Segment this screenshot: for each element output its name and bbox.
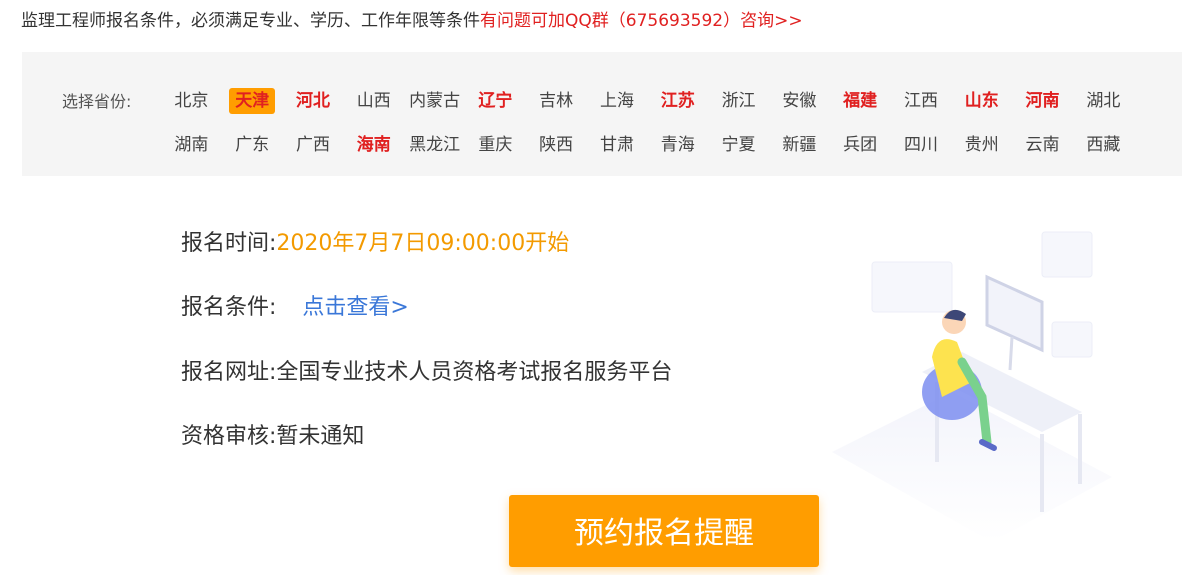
province-item[interactable]: 吉林 (526, 88, 587, 114)
province-item[interactable]: 河北 (283, 88, 344, 114)
province-item[interactable]: 重庆 (465, 132, 526, 158)
province-item[interactable]: 内蒙古 (404, 88, 465, 114)
province-name: 陕西 (539, 135, 574, 155)
qq-group-link[interactable]: 有问题可加QQ群（675693592）咨询>> (480, 11, 803, 31)
province-name: 山西 (356, 91, 391, 111)
province-item[interactable]: 山西 (343, 88, 404, 114)
province-name: 兵团 (843, 135, 878, 155)
province-name: 四川 (903, 135, 938, 155)
province-item[interactable]: 广西 (283, 132, 344, 158)
province-name: 甘肃 (599, 135, 634, 155)
registration-time-label: 报名时间: (181, 231, 277, 256)
province-name: 湖北 (1086, 91, 1121, 111)
province-item[interactable]: 湖北 (1073, 88, 1134, 114)
view-conditions-link[interactable]: 点击查看> (302, 295, 408, 320)
province-name: 新疆 (782, 135, 817, 155)
registration-time-row: 报名时间:2020年7月7日09:00:00开始 (181, 229, 569, 259)
province-item[interactable]: 天津 (222, 88, 283, 114)
province-name: 上海 (599, 91, 634, 111)
registration-panel: 选择省份: 北京 天津 河北 山西 内蒙古 辽宁 吉林 上海 江苏 浙江 安徽 福建 江西 山东 河南 湖北湖… (22, 52, 1182, 575)
province-name: 广西 (295, 135, 330, 155)
province-name: 江西 (903, 91, 938, 111)
province-item[interactable]: 陕西 (526, 132, 587, 158)
province-name: 福建 (843, 91, 878, 111)
province-item[interactable]: 四川 (891, 132, 952, 158)
province-name: 湖南 (174, 135, 209, 155)
province-row: 湖南 广东 广西 海南 黑龙江 重庆 陕西 甘肃 青海 宁夏 新疆 兵团 四川 贵州 云南 西藏 (161, 132, 1161, 176)
province-item[interactable]: 广东 (222, 132, 283, 158)
province-item[interactable]: 西藏 (1073, 132, 1134, 158)
province-item[interactable]: 新疆 (769, 132, 830, 158)
province-item[interactable]: 江苏 (647, 88, 708, 114)
province-item[interactable]: 山东 (951, 88, 1012, 114)
qualification-review-row: 资格审核:暂未通知 (181, 422, 364, 452)
province-item[interactable]: 云南 (1012, 132, 1073, 158)
province-item[interactable]: 北京 (161, 88, 222, 114)
province-name: 黑龙江 (409, 135, 461, 155)
province-selector: 选择省份: 北京 天津 河北 山西 内蒙古 辽宁 吉林 上海 江苏 浙江 安徽 福建 江西 山东 河南 湖北湖… (22, 52, 1182, 176)
province-item[interactable]: 河南 (1012, 88, 1073, 114)
qualification-review-label: 资格审核: (181, 424, 277, 449)
province-name: 北京 (174, 91, 209, 111)
registration-condition-label: 报名条件: (181, 295, 277, 320)
person-at-computer-illustration (832, 231, 1112, 542)
registration-site-label: 报名网址: (181, 360, 277, 385)
province-item[interactable]: 甘肃 (587, 132, 648, 158)
province-name: 重庆 (478, 135, 513, 155)
province-name: 山东 (964, 91, 999, 111)
province-name: 贵州 (964, 135, 999, 155)
notice-line: 监理工程师报名条件，必须满足专业、学历、工作年限等条件有问题可加QQ群（6756… (21, 8, 803, 34)
registration-site-row: 报名网址:全国专业技术人员资格考试报名服务平台 (181, 358, 672, 388)
province-row: 北京 天津 河北 山西 内蒙古 辽宁 吉林 上海 江苏 浙江 安徽 福建 江西 山东 河南 湖北 (161, 88, 1161, 132)
registration-time-value: 2020年7月7日09:00:00开始 (276, 231, 570, 256)
province-name: 海南 (356, 135, 391, 155)
province-name: 河北 (295, 91, 330, 111)
province-name: 吉林 (539, 91, 574, 111)
province-item[interactable]: 安徽 (769, 88, 830, 114)
province-label: 选择省份: (62, 92, 132, 111)
province-name: 云南 (1025, 135, 1060, 155)
province-item[interactable]: 宁夏 (708, 132, 769, 158)
province-name: 安徽 (782, 91, 817, 111)
province-item[interactable]: 兵团 (830, 132, 891, 158)
province-name: 河南 (1025, 91, 1060, 111)
province-grid: 北京 天津 河北 山西 内蒙古 辽宁 吉林 上海 江苏 浙江 安徽 福建 江西 山东 河南 湖北湖南 广东 广西 海… (161, 88, 1161, 176)
province-name: 西藏 (1086, 135, 1121, 155)
province-item[interactable]: 海南 (343, 132, 404, 158)
province-name: 辽宁 (478, 91, 513, 111)
qualification-review-value: 暂未通知 (276, 424, 365, 449)
province-item[interactable]: 福建 (830, 88, 891, 114)
province-name: 江苏 (660, 91, 695, 111)
registration-site-value: 全国专业技术人员资格考试报名服务平台 (276, 360, 673, 385)
registration-condition-row: 报名条件: 点击查看> (181, 293, 409, 323)
province-name: 内蒙古 (409, 91, 461, 111)
province-item[interactable]: 上海 (587, 88, 648, 114)
province-name: 宁夏 (721, 135, 756, 155)
province-name: 广东 (235, 135, 270, 155)
province-item[interactable]: 辽宁 (465, 88, 526, 114)
province-item[interactable]: 黑龙江 (404, 132, 465, 158)
notice-text: 监理工程师报名条件，必须满足专业、学历、工作年限等条件 (21, 11, 480, 31)
province-name: 天津 (229, 88, 276, 114)
reminder-button[interactable]: 预约报名提醒 (509, 495, 819, 567)
province-item[interactable]: 青海 (647, 132, 708, 158)
province-name: 青海 (660, 135, 695, 155)
province-item[interactable]: 湖南 (161, 132, 222, 158)
province-item[interactable]: 江西 (891, 88, 952, 114)
province-item[interactable]: 浙江 (708, 88, 769, 114)
province-item[interactable]: 贵州 (951, 132, 1012, 158)
province-name: 浙江 (721, 91, 756, 111)
